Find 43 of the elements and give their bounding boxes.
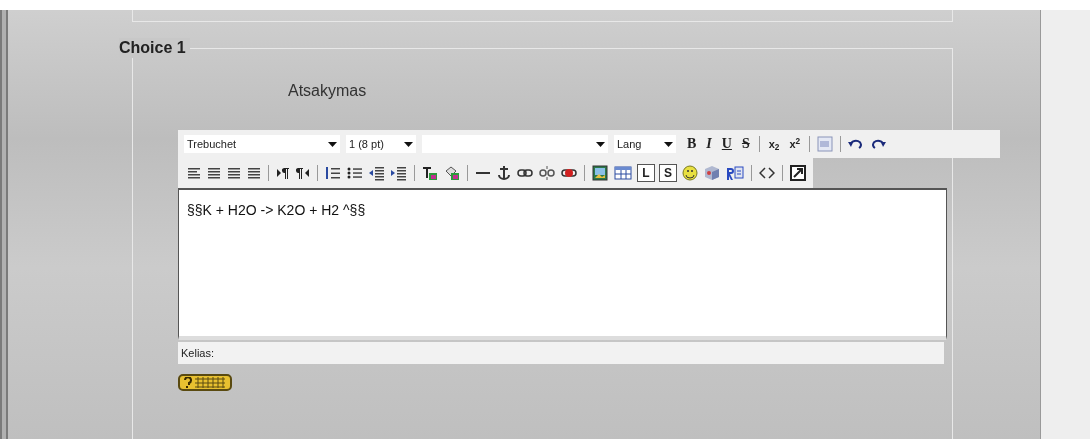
script-button[interactable]: x$^{2}$ (784, 136, 806, 152)
search-replace-icon[interactable] (726, 165, 744, 181)
cube-icon[interactable] (704, 165, 720, 181)
caret-icon (596, 141, 605, 147)
text-color-icon[interactable] (422, 165, 438, 181)
format-button[interactable]: I (701, 136, 717, 152)
fieldset-legend: Choice 1 (119, 38, 190, 58)
table-icon[interactable] (614, 165, 632, 181)
fullscreen-icon[interactable] (790, 165, 806, 181)
right-to-left-icon[interactable] (296, 165, 310, 181)
caret-icon (328, 141, 337, 147)
font-select[interactable]: Trebuchet (184, 135, 340, 153)
align-left-icon[interactable] (187, 165, 201, 181)
align-center-icon[interactable] (207, 165, 221, 181)
background-color-icon[interactable] (444, 165, 460, 181)
justify-icon[interactable] (247, 165, 261, 181)
path-label: Kelias: (181, 345, 215, 361)
unlink-icon[interactable] (539, 165, 555, 181)
caret-icon (404, 141, 413, 147)
insert-button[interactable]: S (659, 164, 677, 182)
outdent-icon[interactable] (369, 165, 385, 181)
smiley-icon[interactable] (682, 165, 698, 181)
indent-icon[interactable] (391, 165, 407, 181)
numbered-list-icon[interactable] (325, 165, 341, 181)
help-keyboard-icon (183, 377, 227, 388)
align-right-icon[interactable] (227, 165, 241, 181)
image-icon[interactable] (592, 165, 608, 181)
format-button[interactable]: U (716, 136, 737, 152)
language-select[interactable]: Lang (614, 135, 676, 153)
format-button[interactable]: S (736, 136, 755, 152)
size-select[interactable]: 1 (8 pt) (346, 135, 416, 153)
format-button[interactable]: B (682, 136, 702, 152)
script-button[interactable]: x$_{2}$ (763, 136, 785, 152)
editor-text: §§K + H2O -> K2O + H2 ^§§ (187, 201, 366, 220)
editor-content-area[interactable]: §§K + H2O -> K2O + H2 ^§§ (178, 188, 947, 340)
bullet-list-icon[interactable] (347, 165, 363, 181)
left-to-right-icon[interactable] (276, 165, 290, 181)
anchor-icon[interactable] (497, 165, 511, 181)
insert-button[interactable]: L (637, 164, 655, 182)
html-source-icon[interactable] (759, 165, 775, 181)
help-button[interactable] (178, 374, 232, 391)
field-label: Atsakymas (288, 81, 367, 101)
caret-icon (664, 141, 673, 147)
